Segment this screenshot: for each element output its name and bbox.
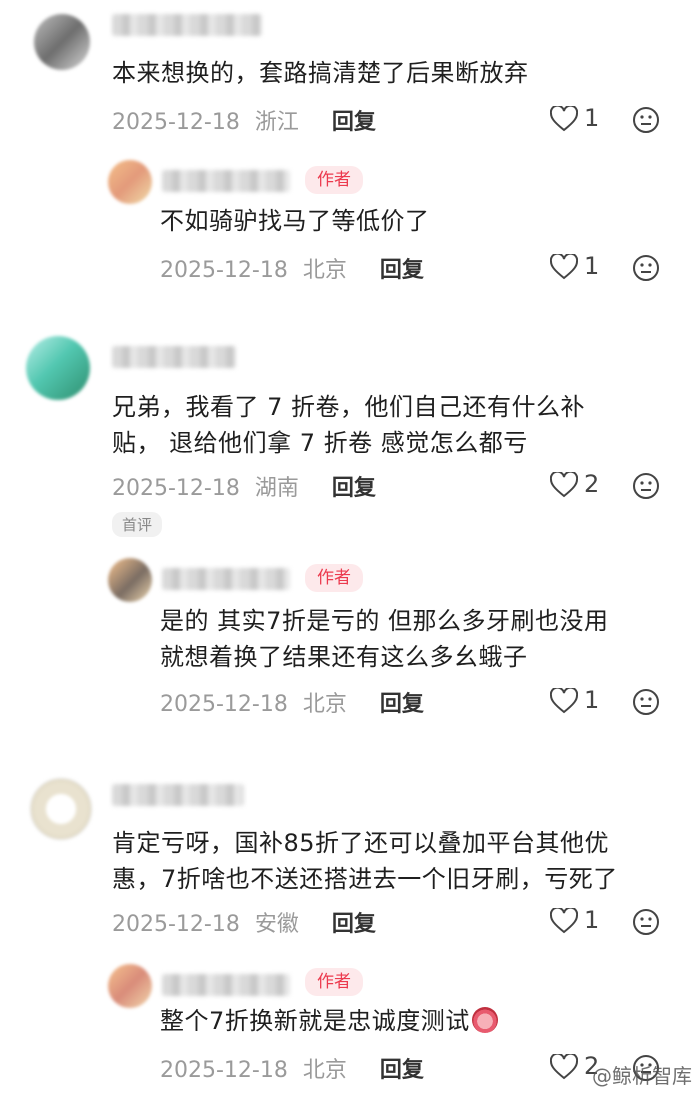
comment-date: 2025-12-18 — [112, 476, 240, 501]
reply-date: 2025-12-18 — [160, 1058, 288, 1083]
comment-date: 2025-12-18 — [112, 110, 240, 135]
like-button[interactable]: 1 — [550, 906, 636, 936]
heart-outline-icon — [550, 472, 578, 498]
reply-text: 不如骑驴找马了等低价了 — [160, 207, 430, 235]
reply-location: 北京 — [302, 1058, 347, 1083]
author-badge: 作者 — [305, 968, 363, 996]
like-button[interactable]: 1 — [550, 252, 636, 282]
neutral-face-icon[interactable] — [632, 908, 660, 936]
reply-location: 北京 — [302, 258, 347, 283]
comment-location: 安徽 — [254, 912, 299, 937]
avatar[interactable] — [26, 336, 90, 400]
reply-date: 2025-12-18 — [160, 692, 288, 717]
reply-button[interactable]: 回复 — [332, 912, 376, 937]
reply-meta: 2025-12-18 北京 回复 — [160, 252, 424, 284]
comment-meta: 2025-12-18 浙江 回复 — [112, 104, 376, 136]
neutral-face-icon[interactable] — [632, 688, 660, 716]
comment-meta: 2025-12-18 湖南 回复 — [112, 470, 376, 502]
reply-button[interactable]: 回复 — [380, 1058, 424, 1083]
neutral-face-icon[interactable] — [632, 472, 660, 500]
like-button[interactable]: 1 — [550, 104, 636, 134]
comment-meta: 2025-12-18 安徽 回复 — [112, 906, 376, 938]
reply-button[interactable]: 回复 — [380, 692, 424, 717]
comment-date: 2025-12-18 — [112, 912, 240, 937]
avatar[interactable] — [30, 778, 92, 840]
like-count: 2 — [584, 470, 600, 498]
comment-text: 肯定亏呀，国补85折了还可以叠加平台其他优 惠，7折啥也不送还搭进去一个旧牙刷，… — [112, 829, 618, 893]
reply-username-blurred[interactable] — [162, 170, 290, 192]
first-comment-badge: 首评 — [112, 512, 163, 537]
comment-text: 兄弟，我看了 7 折卷，他们自己还有什么补 贴， 退给他们拿 7 折卷 感觉怎么… — [112, 393, 586, 457]
comment-location: 湖南 — [254, 476, 299, 501]
like-count: 1 — [584, 104, 600, 132]
crying-face-emoji — [471, 1007, 498, 1033]
neutral-face-icon[interactable] — [632, 254, 660, 282]
like-button[interactable]: 2 — [550, 470, 636, 500]
heart-outline-icon — [550, 908, 578, 934]
reply-avatar[interactable] — [108, 160, 152, 204]
reply-avatar[interactable] — [108, 558, 152, 602]
reply-button[interactable]: 回复 — [380, 258, 424, 283]
heart-outline-icon — [550, 1054, 578, 1080]
username-blurred[interactable] — [112, 784, 244, 806]
heart-outline-icon — [550, 254, 578, 280]
reply-username-blurred[interactable] — [162, 974, 290, 996]
heart-outline-icon — [550, 106, 578, 132]
reply-meta: 2025-12-18 北京 回复 — [160, 686, 424, 718]
reply-text: 整个7折换新就是忠诚度测试 — [160, 1004, 498, 1038]
reply-button[interactable]: 回复 — [332, 476, 376, 501]
author-badge: 作者 — [305, 564, 363, 592]
username-blurred[interactable] — [112, 346, 236, 368]
reply-date: 2025-12-18 — [160, 258, 288, 283]
comment-location: 浙江 — [254, 110, 299, 135]
reply-text: 是的 其实7折是亏的 但那么多牙刷也没用 就想着换了结果还有这么多幺蛾子 — [160, 607, 609, 671]
reply-button[interactable]: 回复 — [332, 110, 376, 135]
reply-username-blurred[interactable] — [162, 568, 290, 590]
reply-location: 北京 — [302, 692, 347, 717]
avatar[interactable] — [34, 14, 90, 70]
comment-text: 本来想换的，套路搞清楚了后果断放弃 — [112, 59, 529, 87]
neutral-face-icon[interactable] — [632, 106, 660, 134]
like-count: 1 — [584, 906, 600, 934]
reply-meta: 2025-12-18 北京 回复 — [160, 1052, 424, 1084]
like-count: 1 — [584, 252, 600, 280]
author-badge: 作者 — [305, 166, 363, 194]
username-blurred[interactable] — [112, 14, 262, 36]
like-count: 1 — [584, 686, 600, 714]
watermark: @鲸析智库 — [592, 1064, 692, 1088]
heart-outline-icon — [550, 688, 578, 714]
reply-avatar[interactable] — [108, 964, 152, 1008]
like-button[interactable]: 1 — [550, 686, 636, 716]
